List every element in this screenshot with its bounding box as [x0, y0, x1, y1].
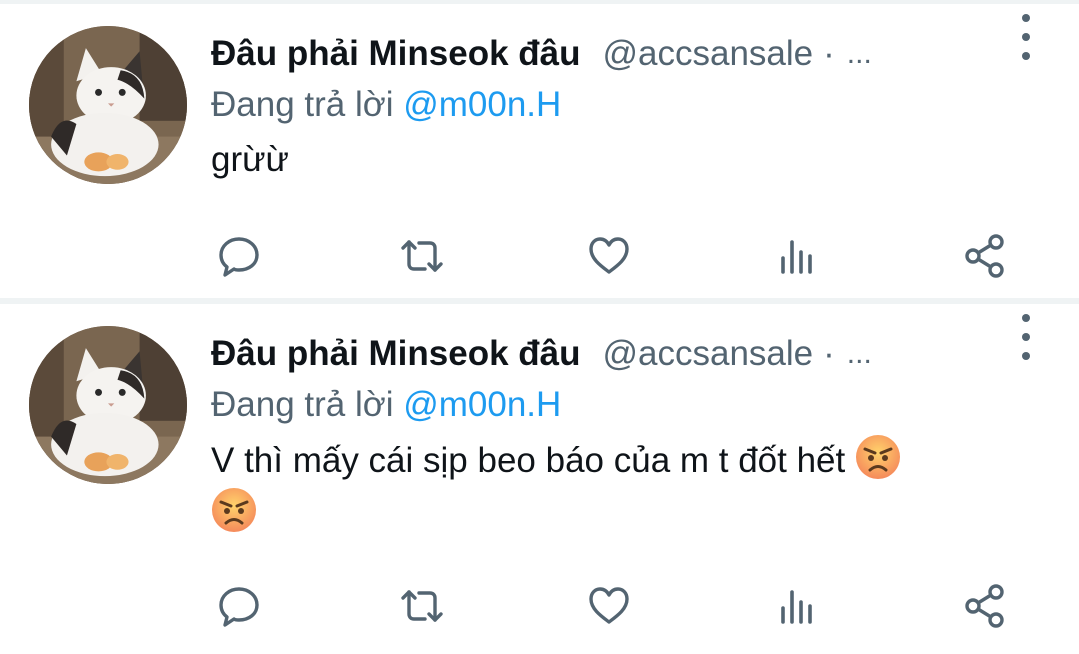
views-icon: [781, 590, 812, 624]
angry-face-icon: [855, 434, 901, 480]
reply-button[interactable]: [213, 230, 265, 282]
reply-prefix: Đang trả lời: [211, 85, 404, 124]
reply-icon: [219, 237, 259, 277]
tweet-text: V thì mấy cái sịp beo báo của m t đốt hế…: [211, 434, 1041, 540]
cat-avatar-image: [29, 26, 187, 184]
action-bar: [211, 230, 1011, 282]
display-name[interactable]: Đâu phải Minseok đâu: [211, 34, 581, 74]
separator: ·: [823, 34, 835, 73]
more-options-button[interactable]: [1011, 314, 1041, 360]
reply-button[interactable]: [213, 580, 265, 632]
more-dot: [1022, 333, 1030, 341]
share-button[interactable]: [959, 230, 1011, 282]
more-dot: [1022, 352, 1030, 360]
more-vertical-icon: [1022, 14, 1030, 22]
tweet-text: grừừ: [211, 134, 1041, 186]
display-name[interactable]: Đâu phải Minseok đâu: [211, 334, 581, 374]
tweet-text-content: grừừ: [211, 140, 289, 179]
reply-prefix: Đang trả lời: [211, 385, 404, 424]
angry-face-icon: [211, 487, 257, 533]
more-options-button[interactable]: [1011, 14, 1041, 60]
reply-icon: [219, 587, 259, 627]
share-button[interactable]: [959, 580, 1011, 632]
user-handle[interactable]: @accsansale: [603, 34, 814, 74]
share-icon: [965, 234, 1004, 278]
tweet-text-content: V thì mấy cái sịp beo báo của m t đốt hế…: [211, 441, 846, 480]
views-button[interactable]: [771, 230, 823, 282]
like-button[interactable]: [583, 580, 635, 632]
reply-mention-link[interactable]: @m00n.H: [403, 385, 561, 424]
retweet-icon: [401, 240, 443, 272]
reply-context: Đang trả lời @m00n.H: [211, 82, 1059, 128]
retweet-button[interactable]: [396, 230, 448, 282]
action-bar: [211, 580, 1011, 632]
reply-mention-link[interactable]: @m00n.H: [403, 85, 561, 124]
views-button[interactable]: [771, 580, 823, 632]
retweet-icon: [401, 590, 443, 622]
more-vertical-icon: [1022, 314, 1030, 322]
more-dot: [1022, 33, 1030, 41]
more-dot: [1022, 52, 1030, 60]
tweet-header: Đâu phải Minseok đâu @accsansale · ...: [211, 26, 1059, 82]
share-icon: [965, 584, 1004, 628]
tweet-2[interactable]: Đâu phải Minseok đâu @accsansale · ... Đ…: [0, 304, 1079, 654]
avatar[interactable]: [29, 326, 187, 484]
truncation: ...: [846, 37, 872, 70]
cat-avatar-image: [29, 326, 187, 484]
tweet-1[interactable]: Đâu phải Minseok đâu @accsansale · ... Đ…: [0, 4, 1079, 298]
avatar[interactable]: [29, 26, 187, 184]
like-button[interactable]: [583, 230, 635, 282]
truncation: ...: [846, 337, 872, 370]
separator: ·: [823, 334, 835, 373]
like-icon: [589, 587, 629, 624]
reply-context: Đang trả lời @m00n.H: [211, 382, 1059, 428]
user-handle[interactable]: @accsansale: [603, 334, 814, 374]
tweet-header: Đâu phải Minseok đâu @accsansale · ...: [211, 326, 1059, 382]
views-icon: [781, 240, 812, 274]
like-icon: [589, 237, 629, 274]
retweet-button[interactable]: [396, 580, 448, 632]
